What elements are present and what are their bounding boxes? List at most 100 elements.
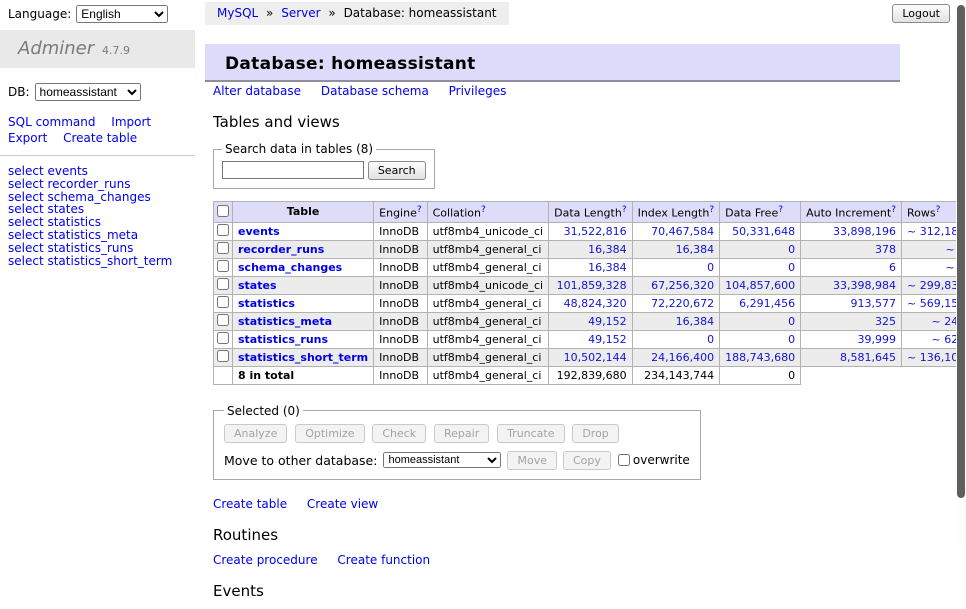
collation-cell: utf8mb4_general_ci [427, 294, 548, 312]
table-link-events[interactable]: events [238, 225, 280, 238]
table-row-recorder-runs: recorder_runs InnoDB utf8mb4_general_ci … [214, 240, 966, 258]
row-checkbox[interactable] [217, 260, 229, 272]
sidebar-item-select-recorder-runs[interactable]: select recorder_runs [8, 178, 187, 191]
sidebar-item-select-statistics-runs[interactable]: select statistics_runs [8, 242, 187, 255]
help-icon[interactable]: ? [778, 205, 783, 215]
move-button[interactable]: Move [507, 451, 557, 470]
breadcrumb-server-link[interactable]: Server [281, 6, 320, 20]
optimize-button[interactable]: Optimize [295, 424, 364, 443]
sidebar-import-link[interactable]: Import [111, 115, 151, 129]
auto-increment-cell: 6 [801, 258, 902, 276]
create-view-link[interactable]: Create view [307, 497, 378, 511]
auto-increment-cell: 8,581,645 [801, 348, 902, 366]
help-icon[interactable]: ? [891, 205, 896, 215]
table-link-schema-changes[interactable]: schema_changes [238, 261, 342, 274]
move-database-select[interactable]: homeassistant [383, 452, 501, 468]
data-free-cell: 6,291,456 [720, 294, 801, 312]
data-length-cell: 49,152 [549, 312, 632, 330]
breadcrumb: MySQL » Server » Database: homeassistant [205, 2, 509, 25]
help-icon[interactable]: ? [417, 205, 422, 215]
copy-button[interactable]: Copy [563, 451, 611, 470]
table-row-statistics: statistics InnoDB utf8mb4_general_ci 48,… [214, 294, 966, 312]
sidebar-item-select-statistics-short-term[interactable]: select statistics_short_term [8, 255, 187, 268]
search-input[interactable] [222, 161, 364, 179]
table-link-states[interactable]: states [238, 279, 277, 292]
create-table-link[interactable]: Create table [213, 497, 287, 511]
index-length-cell: 0 [632, 330, 720, 348]
page-title: Database: homeassistant [205, 44, 900, 82]
repair-button[interactable]: Repair [434, 424, 489, 443]
routines-heading: Routines [213, 526, 913, 544]
breadcrumb-current: Database: homeassistant [344, 6, 497, 20]
engine-cell: InnoDB [374, 258, 427, 276]
truncate-button[interactable]: Truncate [497, 424, 564, 443]
scrollbar-thumb[interactable] [957, 5, 965, 498]
column-header-collation: Collation? [427, 202, 548, 223]
table-link-recorder-runs[interactable]: recorder_runs [238, 243, 324, 256]
data-free-cell: 0 [720, 330, 801, 348]
selected-fieldset: Selected (0) Analyze Optimize Check Repa… [213, 404, 701, 480]
alter-database-link[interactable]: Alter database [213, 84, 301, 98]
table-link-statistics-runs[interactable]: statistics_runs [238, 333, 328, 346]
table-row-events: events InnoDB utf8mb4_unicode_ci 31,522,… [214, 222, 966, 240]
auto-increment-cell: 33,398,984 [801, 276, 902, 294]
table-link-statistics-meta[interactable]: statistics_meta [238, 315, 332, 328]
collation-cell: utf8mb4_general_ci [427, 240, 548, 258]
search-fieldset: Search data in tables (8) Search [213, 142, 435, 189]
table-header-row: Table Engine? Collation? Data Length? In… [214, 202, 966, 223]
sidebar-create-table-link[interactable]: Create table [63, 131, 137, 145]
total-data-free-cell: 0 [720, 366, 801, 384]
data-length-cell: 16,384 [549, 258, 632, 276]
total-index-length-cell: 234,143,744 [632, 366, 720, 384]
table-link-statistics-short-term[interactable]: statistics_short_term [238, 351, 368, 364]
help-icon[interactable]: ? [481, 205, 486, 215]
data-length-cell: 10,502,144 [549, 348, 632, 366]
search-button[interactable]: Search [368, 161, 426, 180]
sidebar-export-link[interactable]: Export [8, 131, 47, 145]
table-link-statistics[interactable]: statistics [238, 297, 295, 310]
database-schema-link[interactable]: Database schema [321, 84, 429, 98]
create-function-link[interactable]: Create function [337, 553, 430, 567]
adminer-logo-band: Adminer 4.7.9 [0, 30, 195, 68]
help-icon[interactable]: ? [936, 205, 941, 215]
drop-button[interactable]: Drop [572, 424, 618, 443]
sidebar-item-select-statistics-meta[interactable]: select statistics_meta [8, 229, 187, 242]
scrollbar-track[interactable] [956, 0, 966, 543]
auto-increment-cell: 378 [801, 240, 902, 258]
row-checkbox[interactable] [217, 278, 229, 290]
sidebar-sql-command-link[interactable]: SQL command [8, 115, 95, 129]
db-select[interactable]: homeassistant [35, 83, 141, 101]
row-checkbox[interactable] [217, 224, 229, 236]
data-free-cell: 50,331,648 [720, 222, 801, 240]
engine-cell: InnoDB [374, 330, 427, 348]
privileges-link[interactable]: Privileges [449, 84, 507, 98]
check-button[interactable]: Check [372, 424, 426, 443]
table-row-statistics-short-term: statistics_short_term InnoDB utf8mb4_gen… [214, 348, 966, 366]
overwrite-label: overwrite [633, 453, 690, 467]
breadcrumb-mysql-link[interactable]: MySQL [217, 6, 258, 20]
adminer-version: 4.7.9 [102, 44, 130, 57]
table-row-schema-changes: schema_changes InnoDB utf8mb4_general_ci… [214, 258, 966, 276]
help-icon[interactable]: ? [622, 205, 627, 215]
overwrite-checkbox[interactable] [618, 454, 630, 466]
db-selector-row: DB: homeassistant [0, 68, 195, 101]
column-header-table: Table [233, 202, 374, 223]
logout-button[interactable]: Logout [892, 4, 950, 23]
language-select[interactable]: English [76, 5, 168, 23]
analyze-button[interactable]: Analyze [224, 424, 287, 443]
column-header-auto-increment: Auto Increment? [801, 202, 902, 223]
sidebar-item-select-events[interactable]: select events [8, 165, 187, 178]
collation-cell: utf8mb4_general_ci [427, 312, 548, 330]
tables-overview-table: Table Engine? Collation? Data Length? In… [213, 201, 966, 385]
select-all-checkbox[interactable] [217, 205, 229, 217]
row-checkbox[interactable] [217, 332, 229, 344]
create-procedure-link[interactable]: Create procedure [213, 553, 318, 567]
database-actions: Alter database Database schema Privilege… [213, 84, 913, 98]
engine-cell: InnoDB [374, 222, 427, 240]
row-checkbox[interactable] [217, 242, 229, 254]
data-free-cell: 0 [720, 240, 801, 258]
row-checkbox[interactable] [217, 350, 229, 362]
help-icon[interactable]: ? [709, 205, 714, 215]
row-checkbox[interactable] [217, 314, 229, 326]
row-checkbox[interactable] [217, 296, 229, 308]
